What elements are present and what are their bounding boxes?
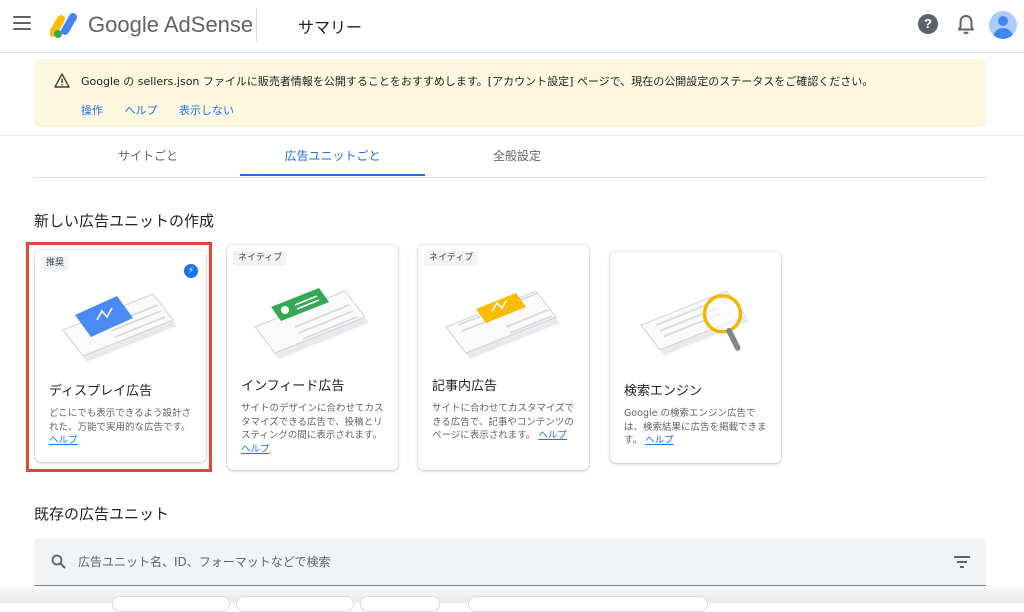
ad-unit-search-bar xyxy=(34,538,986,586)
tab-bar: サイトごと 広告ユニットごと 全般設定 xyxy=(34,136,986,178)
existing-section-title: 既存の広告ユニット xyxy=(34,505,170,523)
native-badge: ネイティブ xyxy=(233,251,288,266)
card-description-text: サイトのデザインに合わせてカスタマイズできる広告で、投稿とリスティングの間に表示… xyxy=(241,403,384,441)
notice-dismiss-button[interactable]: 表示しない xyxy=(179,104,234,117)
warning-icon xyxy=(54,73,70,88)
card-title: 検索エンジン xyxy=(624,384,703,399)
page-title: サマリー xyxy=(298,18,363,37)
avatar[interactable] xyxy=(989,11,1017,39)
bell-icon[interactable] xyxy=(956,14,976,36)
filter-icon[interactable] xyxy=(954,556,970,568)
adsense-logo[interactable] xyxy=(50,11,82,39)
sellers-json-notice: Google の sellers.json ファイルに販売者情報を公開することを… xyxy=(34,59,986,127)
card-help-link[interactable]: ヘルプ xyxy=(538,430,567,441)
filter-chip[interactable] xyxy=(112,596,230,612)
brand-product: AdSense xyxy=(163,12,254,37)
create-section-title: 新しい広告ユニットの作成 xyxy=(34,212,215,230)
infeed-ad-illustration xyxy=(254,288,369,359)
filter-chip[interactable] xyxy=(360,596,440,612)
notice-message: Google の sellers.json ファイルに販売者情報を公開することを… xyxy=(81,75,874,88)
card-description: どこにでも表示できるよう設計された、万能で実用的な広告です。 ヘルプ xyxy=(49,407,197,448)
brand-name: Google AdSense xyxy=(88,12,253,38)
recommended-badge: 推奨 xyxy=(41,256,70,271)
tab-general-settings[interactable]: 全般設定 xyxy=(425,136,609,176)
bolt-icon: ⚡ xyxy=(184,264,198,278)
native-badge: ネイティブ xyxy=(424,251,479,266)
tab-by-ad-unit[interactable]: 広告ユニットごと xyxy=(240,136,425,176)
infeed-ad-card[interactable]: ネイティブ インフィード広告 サイトのデザインに合わせてカスタマイズできる広告で… xyxy=(227,245,398,470)
title-divider xyxy=(256,8,257,42)
notice-action-button[interactable]: 操作 xyxy=(81,104,103,117)
display-ad-card[interactable]: 推奨 ⚡ ディスプレイ広告 どこにでも表示できるよう設計された、万能で実用的な広… xyxy=(35,250,206,462)
card-title: インフィード広告 xyxy=(241,379,345,394)
inarticle-ad-illustration xyxy=(445,290,560,359)
display-ad-illustration xyxy=(62,293,177,362)
filter-chip[interactable] xyxy=(468,596,708,612)
brand-google: Google xyxy=(88,12,159,37)
card-help-link[interactable]: ヘルプ xyxy=(49,435,78,446)
menu-icon[interactable] xyxy=(13,16,31,32)
card-description: Google の検索エンジン広告では、検索結果に広告を掲載できます。 ヘルプ xyxy=(624,407,772,448)
card-description: サイトのデザインに合わせてカスタマイズできる広告で、投稿とリスティングの間に表示… xyxy=(241,402,389,456)
search-engine-illustration xyxy=(640,290,750,356)
search-input[interactable] xyxy=(76,550,920,574)
search-engine-card[interactable]: 検索エンジン Google の検索エンジン広告では、検索結果に広告を掲載できます… xyxy=(610,252,781,463)
card-description-text: どこにでも表示できるよう設計された、万能で実用的な広告です。 xyxy=(49,408,192,433)
card-help-link[interactable]: ヘルプ xyxy=(241,444,270,455)
card-title: 記事内広告 xyxy=(432,379,498,394)
top-app-bar: Google AdSense サマリー ? xyxy=(0,0,1024,53)
search-icon xyxy=(51,554,66,569)
card-help-link[interactable]: ヘルプ xyxy=(645,435,674,446)
inarticle-ad-card[interactable]: ネイティブ 記事内広告 サイトに合わせてカスタマイズできる広告で、記事やコンテン… xyxy=(418,245,589,470)
filter-chip[interactable] xyxy=(236,596,354,612)
tab-by-site[interactable]: サイトごと xyxy=(56,136,240,176)
card-title: ディスプレイ広告 xyxy=(49,384,153,399)
help-icon[interactable]: ? xyxy=(918,14,938,34)
notice-actions: 操作 ヘルプ 表示しない xyxy=(81,102,252,118)
notice-help-link[interactable]: ヘルプ xyxy=(125,104,158,117)
card-description: サイトに合わせてカスタマイズできる広告で、記事やコンテンツのページに表示されます… xyxy=(432,402,580,443)
